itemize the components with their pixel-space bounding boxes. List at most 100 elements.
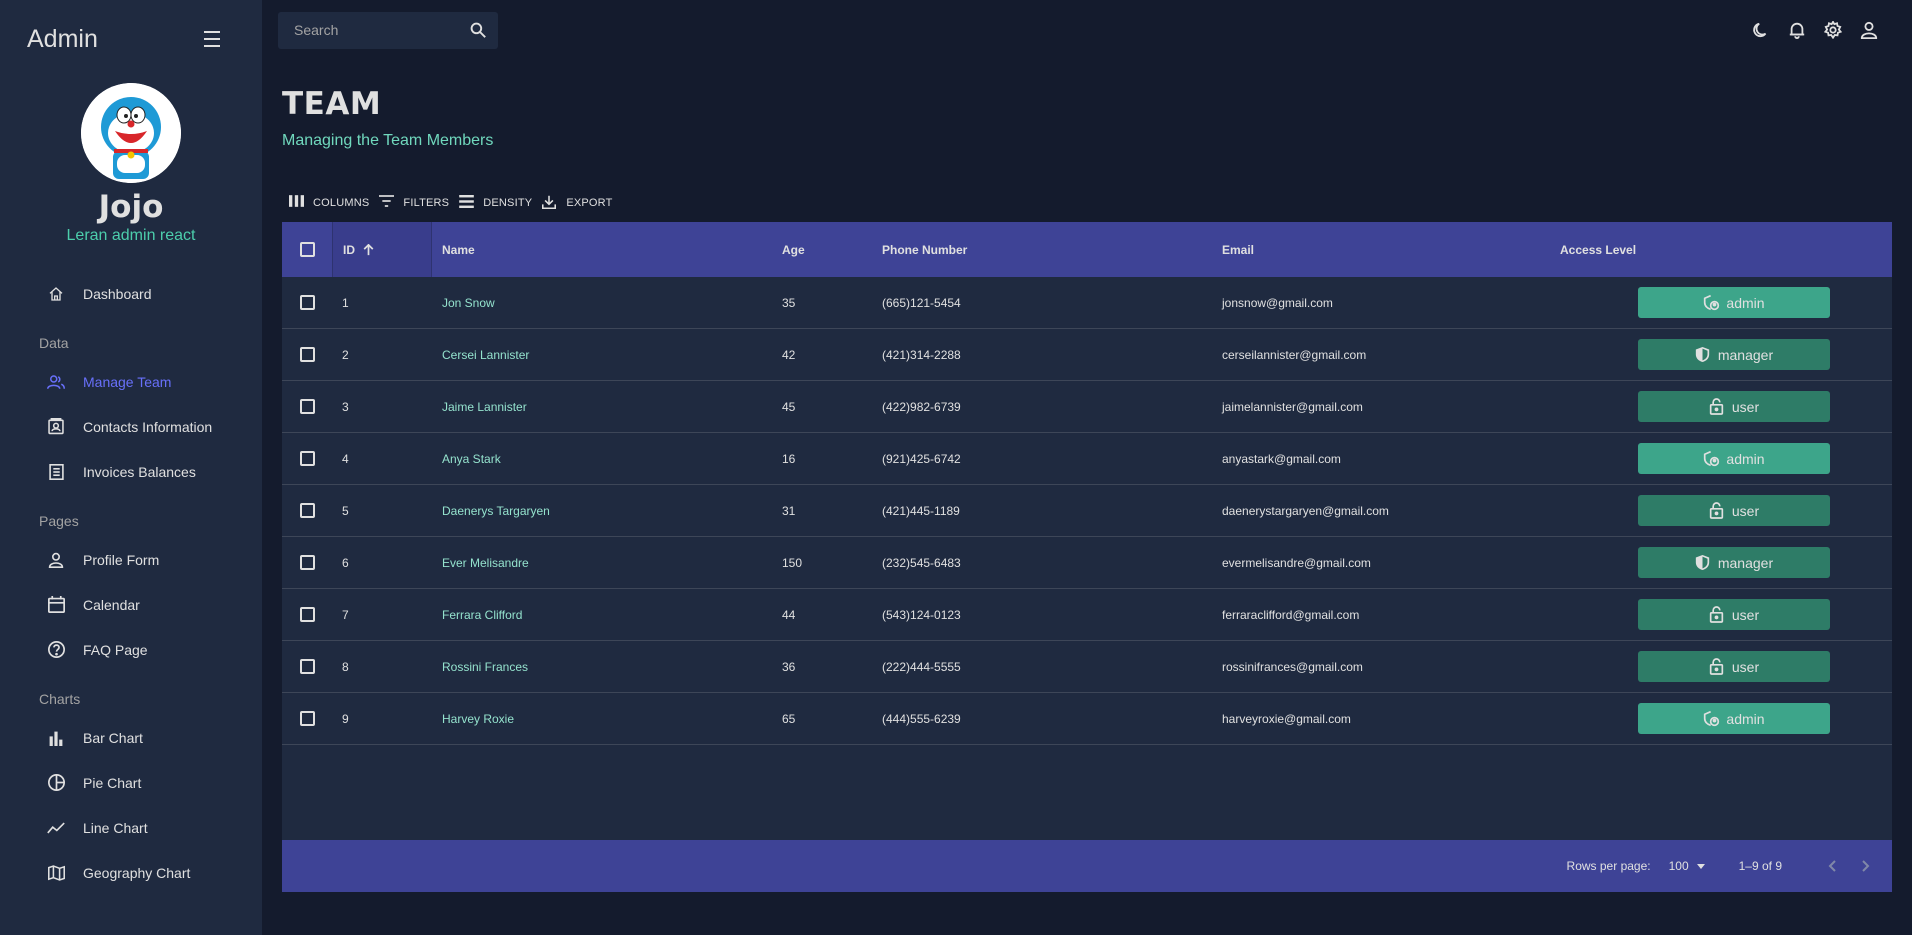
access-badge-admin[interactable]: admin <box>1638 703 1830 734</box>
table-row[interactable]: 8 Rossini Frances 36 (222)444-5555 rossinifr… <box>282 641 1892 693</box>
admin-shield-icon <box>1703 710 1720 727</box>
row-checkbox[interactable] <box>300 607 315 622</box>
search-input[interactable] <box>294 22 470 38</box>
cell-id: 2 <box>342 347 349 362</box>
cell-access: user <box>1638 381 1830 432</box>
access-badge-user[interactable]: user <box>1638 391 1830 422</box>
cell-phone: (232)545-6483 <box>882 555 961 570</box>
cell-access: manager <box>1638 329 1830 380</box>
pie-chart-icon <box>47 774 65 792</box>
export-label: EXPORT <box>566 197 613 209</box>
sidebar-item-label: Geography Chart <box>83 864 191 881</box>
security-icon <box>1695 346 1712 363</box>
sidebar-item-profile-form[interactable]: Profile Form <box>0 537 262 582</box>
header-age[interactable]: Age <box>782 222 805 277</box>
table-row[interactable]: 2 Cersei Lannister 42 (421)314-2288 cerseila… <box>282 329 1892 381</box>
cell-id: 3 <box>342 399 349 414</box>
cell-access: admin <box>1638 277 1830 328</box>
sidebar-item-calendar[interactable]: Calendar <box>0 582 262 627</box>
cell-age: 42 <box>782 347 796 362</box>
access-badge-admin[interactable]: admin <box>1638 287 1830 318</box>
columns-label: COLUMNS <box>313 197 370 209</box>
header-id[interactable]: ID <box>332 222 432 277</box>
table-row[interactable]: 4 Anya Stark 16 (921)425-6742 anyastark@gmai… <box>282 433 1892 485</box>
sidebar-item-faq[interactable]: FAQ Page <box>0 627 262 672</box>
row-checkbox[interactable] <box>300 711 315 726</box>
sidebar-item-label: Contacts Information <box>83 418 213 435</box>
sidebar-item-manage-team[interactable]: Manage Team <box>0 359 262 404</box>
sidebar-item-geography-chart[interactable]: Geography Chart <box>0 850 262 895</box>
user-icon[interactable] <box>1860 21 1878 39</box>
row-checkbox[interactable] <box>300 295 315 310</box>
filters-label: FILTERS <box>403 197 450 209</box>
cell-access: admin <box>1638 693 1830 744</box>
admin-shield-icon <box>1703 450 1720 467</box>
cell-name: Ever Melisandre <box>442 555 529 570</box>
settings-icon[interactable] <box>1824 21 1842 39</box>
home-icon <box>47 285 65 303</box>
row-checkbox[interactable] <box>300 555 315 570</box>
select-all-checkbox[interactable] <box>300 242 315 257</box>
dark-mode-icon[interactable] <box>1752 21 1770 39</box>
row-select-cell <box>300 381 315 432</box>
table-row[interactable]: 1 Jon Snow 35 (665)121-5454 jonsnow@gmail.co… <box>282 277 1892 329</box>
table-row[interactable]: 3 Jaime Lannister 45 (422)982-6739 jaimelann… <box>282 381 1892 433</box>
row-checkbox[interactable] <box>300 659 315 674</box>
header-name[interactable]: Name <box>442 222 475 277</box>
access-badge-manager[interactable]: manager <box>1638 547 1830 578</box>
table-row[interactable]: 7 Ferrara Clifford 44 (543)124-0123 ferrarac… <box>282 589 1892 641</box>
search-icon[interactable] <box>470 22 486 38</box>
table-row[interactable]: 9 Harvey Roxie 65 (444)555-6239 harveyroxie@… <box>282 693 1892 745</box>
columns-button[interactable]: COLUMNS <box>289 195 369 211</box>
sidebar: Admin Jojo Leran admin react Dashboard D… <box>0 0 262 935</box>
row-checkbox[interactable] <box>300 503 315 518</box>
sidebar-item-pie-chart[interactable]: Pie Chart <box>0 760 262 805</box>
rows-per-page-select[interactable]: 100 <box>1669 859 1705 873</box>
cell-id: 5 <box>342 503 349 518</box>
access-badge-admin[interactable]: admin <box>1638 443 1830 474</box>
cell-age: 45 <box>782 399 796 414</box>
user-role: Leran admin react <box>66 227 196 244</box>
filters-button[interactable]: FILTERS <box>379 195 449 211</box>
cell-email: evermelisandre@gmail.com <box>1222 555 1371 570</box>
notifications-icon[interactable] <box>1788 21 1806 39</box>
help-icon <box>47 641 65 659</box>
sidebar-item-contacts[interactable]: Contacts Information <box>0 404 262 449</box>
sidebar-item-line-chart[interactable]: Line Chart <box>0 805 262 850</box>
header-access[interactable]: Access Level <box>1560 222 1636 277</box>
user-name: Jojo <box>98 189 164 225</box>
next-page-icon[interactable] <box>1854 854 1878 878</box>
row-select-cell <box>300 485 315 536</box>
cell-access: user <box>1638 641 1830 692</box>
menu-toggle-icon[interactable] <box>202 31 222 47</box>
cell-age: 35 <box>782 295 796 310</box>
sidebar-item-label: Bar Chart <box>83 729 143 746</box>
access-badge-user[interactable]: user <box>1638 651 1830 682</box>
cell-access: user <box>1638 485 1830 536</box>
prev-page-icon[interactable] <box>1820 854 1844 878</box>
row-checkbox[interactable] <box>300 399 315 414</box>
table-row[interactable]: 5 Daenerys Targaryen 31 (421)445-1189 daener… <box>282 485 1892 537</box>
search-box <box>278 11 498 49</box>
sidebar-item-dashboard[interactable]: Dashboard <box>0 271 262 316</box>
grid-body: 1 Jon Snow 35 (665)121-5454 jonsnow@gmail.co… <box>282 277 1892 745</box>
sidebar-item-invoices[interactable]: Invoices Balances <box>0 449 262 494</box>
receipt-icon <box>47 463 65 481</box>
density-button[interactable]: DENSITY <box>459 195 532 211</box>
header-email[interactable]: Email <box>1222 222 1254 277</box>
rows-per-page-label: Rows per page: <box>1566 859 1651 873</box>
table-row[interactable]: 6 Ever Melisandre 150 (232)545-6483 evermeli… <box>282 537 1892 589</box>
sidebar-item-bar-chart[interactable]: Bar Chart <box>0 715 262 760</box>
row-checkbox[interactable] <box>300 451 315 466</box>
filter-icon <box>379 195 395 211</box>
access-badge-manager[interactable]: manager <box>1638 339 1830 370</box>
admin-shield-icon <box>1703 294 1720 311</box>
row-select-cell <box>300 693 315 744</box>
access-badge-user[interactable]: user <box>1638 495 1830 526</box>
avatar[interactable] <box>81 83 181 183</box>
cell-name: Anya Stark <box>442 451 501 466</box>
access-badge-user[interactable]: user <box>1638 599 1830 630</box>
export-button[interactable]: EXPORT <box>542 195 612 211</box>
header-phone[interactable]: Phone Number <box>882 222 967 277</box>
row-checkbox[interactable] <box>300 347 315 362</box>
